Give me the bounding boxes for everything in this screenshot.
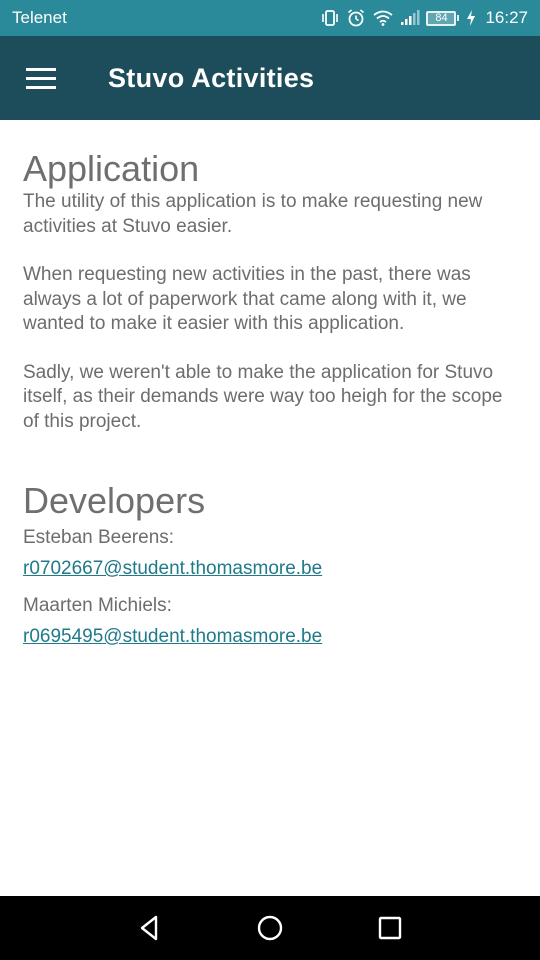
main-content: Application The utility of this applicat… — [0, 120, 540, 896]
developer-name: Esteban Beerens: — [23, 527, 175, 548]
developer-email-link[interactable]: r0695495@student.thomasmore.be — [23, 624, 322, 650]
wifi-icon — [372, 9, 394, 27]
menu-bar-line — [26, 86, 56, 89]
application-paragraph: The utility of this application is to ma… — [23, 191, 483, 237]
screen: Telenet 84 16:27 Stuvo Activities Applic… — [0, 0, 540, 960]
battery-level: 84 — [426, 10, 457, 26]
battery-icon: 84 — [426, 10, 460, 26]
navigation-bar — [0, 896, 540, 960]
app-title: Stuvo Activities — [108, 63, 315, 93]
status-bar: Telenet 84 16:27 — [0, 0, 540, 36]
battery-tip — [457, 15, 460, 21]
menu-bar-line — [26, 68, 56, 71]
developers-heading: Developers — [23, 480, 206, 521]
application-heading: Application — [23, 148, 200, 189]
developer-name: Maarten Michiels: — [23, 595, 172, 616]
alarm-icon — [346, 8, 366, 28]
app-bar: Stuvo Activities — [0, 36, 540, 120]
clock: 16:27 — [485, 8, 528, 27]
vibrate-icon — [320, 9, 340, 27]
application-paragraph: When requesting new activities in the pa… — [23, 264, 471, 334]
signal-icon — [400, 10, 420, 26]
menu-bar-line — [26, 77, 56, 80]
recents-icon[interactable] — [374, 912, 406, 944]
application-paragraph: Sadly, we weren't able to make the appli… — [23, 361, 503, 432]
carrier-name: Telenet — [12, 8, 67, 27]
developer-entry: Esteban Beerens: r0702667@student.thomas… — [23, 526, 517, 582]
hamburger-menu-icon[interactable] — [20, 62, 56, 94]
home-icon[interactable] — [254, 912, 286, 944]
developer-email-link[interactable]: r0702667@student.thomasmore.be — [23, 556, 322, 582]
status-icons: 84 16:27 — [320, 6, 528, 30]
back-icon[interactable] — [134, 912, 166, 944]
developer-entry: Maarten Michiels: r0695495@student.thoma… — [23, 594, 517, 650]
charging-icon — [465, 9, 477, 27]
